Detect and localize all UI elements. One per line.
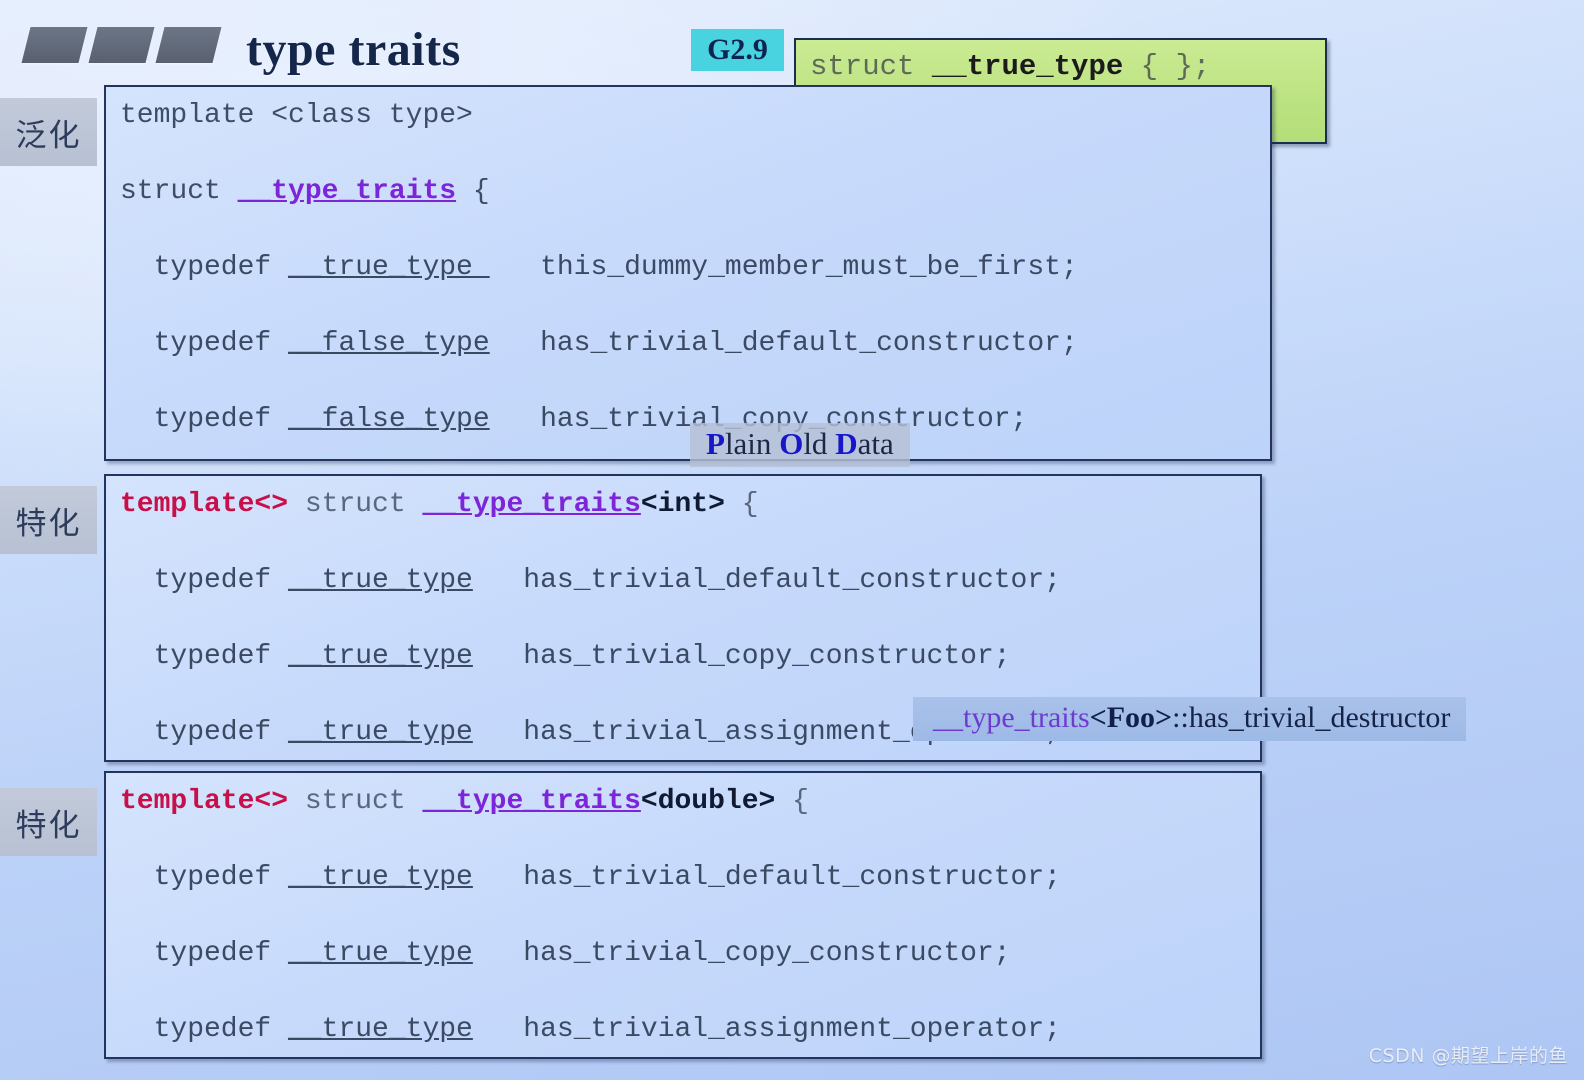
- code-block-generic: template <class type> struct __type_trai…: [104, 85, 1272, 461]
- code-body-double: template<> struct __type_traits<double> …: [106, 773, 1260, 1057]
- note-true-suffix: { };: [1123, 50, 1211, 83]
- generic-struct-kw: struct: [120, 176, 238, 207]
- code-line: template<> struct __type_traits<double> …: [120, 783, 1260, 821]
- code-line: typedef __false_type has_trivial_default_…: [120, 325, 1270, 363]
- pod-p: P: [706, 426, 725, 461]
- double-template-arg: <double>: [640, 786, 776, 817]
- type-name: __true_type: [288, 862, 473, 893]
- type-name: __true_type: [288, 717, 473, 748]
- code-line: typedef __true_type has_trivial_default_c…: [120, 562, 1260, 600]
- type-traits-foo-annotation: __type_traits<Foo>::has_trivial_destruct…: [913, 697, 1467, 741]
- code-line: typedef __true_type has_trivial_assignmen…: [120, 1011, 1260, 1049]
- int-open-brace: {: [724, 489, 759, 520]
- int-template-kw: template<>: [120, 489, 289, 520]
- code-line: typedef __true_type has_trivial_default_c…: [120, 859, 1260, 897]
- rail-label-specialize-dbl: 特化: [0, 788, 97, 856]
- watermark: CSDN @期望上岸的鱼: [1368, 1045, 1568, 1067]
- typedef-kw: typedef: [153, 328, 272, 359]
- note-true-prefix: struct: [810, 50, 932, 83]
- double-struct-kw: struct: [288, 786, 423, 817]
- code-block-double-specialization: template<> struct __type_traits<double> …: [104, 771, 1262, 1059]
- member-name: has_trivial_default_constructor;: [523, 862, 1061, 893]
- member-name: this_dummy_member_must_be_first;: [540, 252, 1078, 283]
- decoration-block-2: [88, 27, 155, 63]
- generic-open-brace: {: [456, 176, 490, 207]
- int-struct-kw: struct: [288, 489, 423, 520]
- type-name: __true_type: [288, 252, 490, 283]
- code-body-generic: template <class type> struct __type_trai…: [106, 87, 1270, 459]
- int-struct-name: __type_traits: [422, 489, 641, 520]
- generic-struct-name: __type_traits: [237, 176, 457, 207]
- pod-ld: ld: [803, 426, 836, 461]
- member-name: has_trivial_assignment_operator;: [523, 1014, 1061, 1045]
- pod-d: D: [835, 426, 858, 461]
- member-name: has_trivial_default_constructor;: [540, 328, 1078, 359]
- double-struct-name: __type_traits: [422, 786, 641, 817]
- slide-canvas: type traits G2.9 struct __true_type { };…: [0, 0, 1584, 1080]
- member-name: has_trivial_copy_constructor;: [523, 938, 1011, 969]
- plain-old-data-annotation: Plain Old Data: [690, 423, 910, 467]
- foo-template-arg: <Foo>: [1089, 701, 1173, 734]
- type-name: __true_type: [288, 1014, 473, 1045]
- int-template-arg: <int>: [640, 489, 725, 520]
- code-line: typedef __true_type this_dummy_member_mu…: [120, 249, 1270, 287]
- pod-lain: lain: [724, 426, 780, 461]
- header-decoration-shapes: [21, 27, 222, 63]
- decoration-block-1: [21, 27, 88, 63]
- type-name: __false_type: [288, 404, 490, 435]
- type-name: __true_type: [288, 641, 473, 672]
- note-line-true: struct __true_type { };: [810, 50, 1210, 83]
- rail-label-generic: 泛化: [0, 98, 97, 166]
- code-line: struct __type_traits {: [120, 173, 1270, 211]
- page-title: type traits: [246, 23, 461, 76]
- type-name: __true_type: [288, 938, 473, 969]
- typedef-kw: typedef: [153, 641, 272, 672]
- typedef-kw: typedef: [153, 938, 272, 969]
- note-true-keyword: __true_type: [931, 50, 1124, 83]
- foo-member-path: ::has_trivial_destructor: [1172, 701, 1451, 734]
- pod-o: O: [779, 426, 804, 461]
- generic-template-line: template <class type>: [120, 100, 473, 131]
- foo-type-name: __type_traits: [933, 701, 1090, 734]
- code-line: template<> struct __type_traits<int> {: [120, 486, 1260, 524]
- typedef-kw: typedef: [153, 1014, 272, 1045]
- version-badge: G2.9: [691, 29, 784, 71]
- member-name: has_trivial_copy_constructor;: [523, 641, 1011, 672]
- code-line: typedef __true_type has_trivial_copy_cons…: [120, 638, 1260, 676]
- rail-label-specialize-int: 特化: [0, 486, 97, 554]
- type-name: __true_type: [288, 565, 473, 596]
- code-line: template <class type>: [120, 97, 1270, 135]
- code-line: typedef __true_type has_trivial_copy_cons…: [120, 935, 1260, 973]
- double-open-brace: {: [775, 786, 809, 817]
- decoration-block-3: [155, 27, 222, 63]
- type-name: __false_type: [288, 328, 490, 359]
- typedef-kw: typedef: [153, 717, 272, 748]
- double-template-kw: template<>: [120, 786, 289, 817]
- typedef-kw: typedef: [153, 565, 272, 596]
- typedef-kw: typedef: [153, 404, 272, 435]
- typedef-kw: typedef: [153, 252, 272, 283]
- pod-ata: ata: [857, 426, 894, 461]
- typedef-kw: typedef: [153, 862, 272, 893]
- member-name: has_trivial_default_constructor;: [523, 565, 1061, 596]
